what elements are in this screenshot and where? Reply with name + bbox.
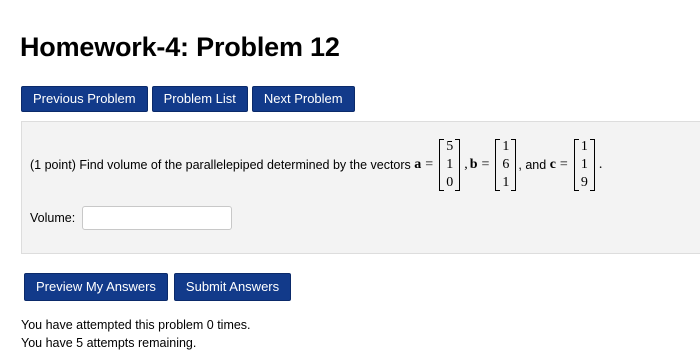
- and-text: , and: [518, 158, 547, 172]
- equals-sign: =: [481, 157, 490, 172]
- equals-sign: =: [425, 157, 434, 172]
- vector-a-entry: 5: [446, 139, 454, 154]
- attempts-remaining-text: You have 5 attempts remaining.: [21, 336, 197, 350]
- vector-a-name: a: [414, 157, 422, 172]
- vector-b-matrix: 1 6 1: [495, 138, 517, 192]
- previous-problem-button[interactable]: Previous Problem: [21, 86, 148, 112]
- vector-c-matrix: 1 1 9: [573, 138, 595, 192]
- vector-a-entry: 0: [446, 175, 454, 190]
- comma: ,: [464, 157, 468, 172]
- attempt-status: You have attempted this problem 0 times.…: [21, 316, 251, 352]
- vector-b-entry: 6: [502, 157, 510, 172]
- vector-a-entry: 1: [446, 157, 454, 172]
- period: .: [598, 157, 603, 172]
- vector-b-name: b: [469, 157, 478, 172]
- vector-b-entry: 1: [502, 175, 510, 190]
- vector-a-matrix: 5 1 0: [439, 138, 461, 192]
- page-title: Homework-4: Problem 12: [20, 32, 340, 62]
- volume-label: Volume:: [30, 211, 76, 225]
- submit-answers-button[interactable]: Submit Answers: [173, 273, 292, 301]
- problem-text: Find volume of the parallelepiped determ…: [79, 158, 411, 172]
- problem-points: (1 point): [30, 158, 76, 172]
- volume-answer-input[interactable]: [82, 206, 233, 230]
- vector-c-entry: 9: [580, 175, 588, 190]
- problem-navigation: Previous Problem Problem List Next Probl…: [21, 86, 355, 112]
- equals-sign: =: [559, 157, 568, 172]
- problem-panel: (1 point) Find volume of the parallelepi…: [21, 121, 700, 254]
- attempts-made-text: You have attempted this problem 0 times.: [21, 318, 251, 332]
- vector-c-entry: 1: [580, 139, 588, 154]
- problem-list-button[interactable]: Problem List: [151, 86, 248, 112]
- vector-b-entry: 1: [502, 139, 510, 154]
- volume-answer-row: Volume:: [30, 206, 233, 230]
- next-problem-button[interactable]: Next Problem: [251, 86, 355, 112]
- answer-actions: Preview My Answers Submit Answers: [24, 273, 292, 301]
- preview-answers-button[interactable]: Preview My Answers: [24, 273, 168, 301]
- vector-c-entry: 1: [580, 157, 588, 172]
- problem-statement: (1 point) Find volume of the parallelepi…: [30, 130, 604, 200]
- vector-c-name: c: [549, 157, 556, 172]
